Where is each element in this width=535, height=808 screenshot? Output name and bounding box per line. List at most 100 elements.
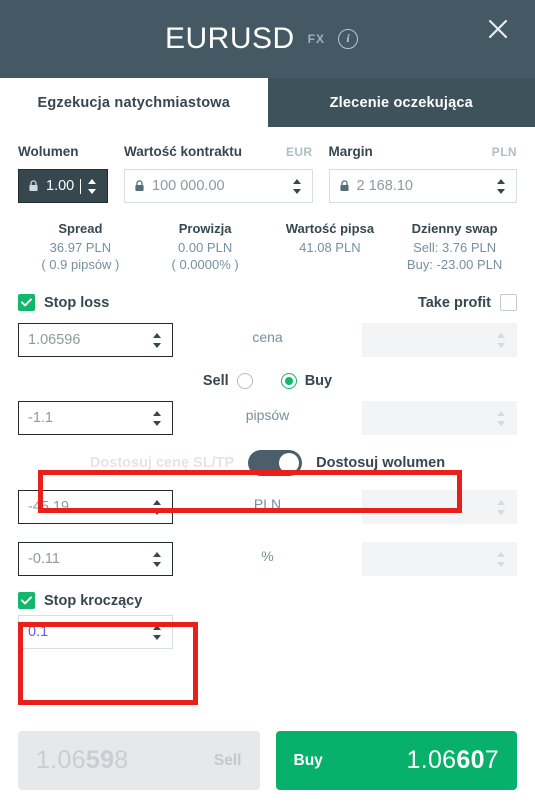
- volume-stepper[interactable]: [81, 170, 103, 202]
- take-profit-percent-input[interactable]: [362, 542, 517, 576]
- radio-unselected-icon: [236, 373, 253, 389]
- margin-stepper[interactable]: [490, 170, 512, 202]
- margin-label: Margin: [328, 144, 373, 159]
- stepper-up-icon[interactable]: [153, 624, 161, 630]
- stepper-up-icon[interactable]: [153, 499, 161, 505]
- stop-loss-pln-stepper[interactable]: [146, 491, 168, 523]
- sell-button-label: Sell: [213, 751, 242, 769]
- take-profit-checkbox[interactable]: Take profit: [418, 294, 517, 311]
- unit-label-price: cena: [252, 329, 283, 345]
- primary-fields-row: Wolumen 1.00 Wartość kontraktu EUR 100 0…: [18, 144, 517, 203]
- contract-value-label: Wartość kontraktu: [124, 144, 243, 159]
- tp-price-cell: [362, 317, 517, 357]
- close-button[interactable]: [477, 8, 519, 50]
- close-icon: [487, 18, 509, 40]
- stat-pip-value: Wartość pipsa 41.08 PLN: [268, 221, 393, 272]
- volume-input[interactable]: 1.00: [18, 169, 108, 203]
- stat-label: Spread: [58, 221, 103, 236]
- stepper-down-icon[interactable]: [153, 561, 161, 567]
- stepper-up-icon[interactable]: [153, 551, 161, 557]
- stop-loss-pips-value: -1.1: [28, 410, 53, 426]
- sl-tp-row-pips: -1.1 pipsów: [18, 395, 517, 435]
- margin-value: 2 168.10: [356, 178, 413, 194]
- stop-loss-label: Stop loss: [44, 294, 110, 311]
- stop-loss-pln-input[interactable]: -45.19: [18, 490, 173, 524]
- buy-button[interactable]: Buy 1.06607: [275, 731, 517, 790]
- sell-button[interactable]: 1.06598 Sell: [18, 731, 260, 790]
- take-profit-percent-stepper: [490, 543, 512, 575]
- dialog-body: Wolumen 1.00 Wartość kontraktu EUR 100 0…: [0, 144, 535, 649]
- tab-bar: Egzekucja natychmiastowa Zlecenie oczeku…: [0, 78, 535, 127]
- fx-badge: FX: [307, 32, 326, 46]
- instrument-stats: Spread 36.97 PLN ( 0.9 pipsów ) Prowizja…: [18, 221, 517, 272]
- radio-buy[interactable]: Buy: [280, 373, 332, 389]
- dialog-header: EURUSD FX i: [0, 0, 535, 78]
- stat-label: Prowizja: [178, 221, 232, 236]
- tp-pln-cell: [362, 484, 517, 524]
- lock-icon: [134, 180, 145, 192]
- adjust-volume-label[interactable]: Dostosuj wolumen: [316, 455, 445, 471]
- buy-price-big: 60: [456, 746, 485, 774]
- take-profit-pln-stepper: [490, 491, 512, 523]
- stepper-up-icon[interactable]: [88, 178, 96, 184]
- tab-pending-order[interactable]: Zlecenie oczekująca: [268, 78, 535, 127]
- stepper-down-icon[interactable]: [153, 509, 161, 515]
- stepper-down-icon[interactable]: [497, 188, 505, 194]
- stepper-up-icon[interactable]: [292, 178, 301, 184]
- stop-loss-percent-input[interactable]: -0.11: [18, 542, 173, 576]
- contract-value-stepper[interactable]: [286, 170, 308, 202]
- stop-loss-price-stepper[interactable]: [146, 324, 168, 356]
- margin-currency: PLN: [491, 145, 517, 159]
- buy-button-label: Buy: [293, 751, 323, 769]
- trailing-stop-value: 0.1: [28, 624, 49, 640]
- stop-loss-percent-stepper[interactable]: [146, 543, 168, 575]
- trailing-stop-input[interactable]: 0.1: [18, 615, 173, 649]
- take-profit-price-input[interactable]: [362, 323, 517, 357]
- tp-pips-cell: [362, 395, 517, 435]
- stepper-up-icon[interactable]: [153, 410, 161, 416]
- adjust-price-label[interactable]: Dostosuj cenę SL/TP: [90, 455, 234, 471]
- stepper-down-icon[interactable]: [153, 634, 161, 640]
- sell-price-big: 59: [85, 746, 115, 774]
- sl-price-cell: 1.06596: [18, 317, 173, 357]
- checkbox-unchecked-icon: [500, 294, 517, 311]
- stepper-down-icon[interactable]: [88, 188, 96, 194]
- sl-tp-header-row: Stop loss Take profit: [18, 294, 517, 311]
- info-icon[interactable]: i: [338, 29, 359, 49]
- stat-spread: Spread 36.97 PLN ( 0.9 pipsów ): [18, 221, 143, 272]
- stop-loss-checkbox[interactable]: Stop loss: [18, 294, 109, 311]
- direction-radio-group: Sell Buy: [18, 373, 517, 389]
- volume-label: Wolumen: [18, 144, 79, 159]
- adjust-mode-switch[interactable]: [248, 449, 303, 476]
- tp-percent-cell: [362, 536, 517, 576]
- margin-input[interactable]: 2 168.10: [328, 169, 517, 203]
- checkbox-checked-icon: [18, 294, 35, 311]
- stepper-down-icon[interactable]: [153, 342, 161, 348]
- sl-tp-row-percent: -0.11 %: [18, 536, 517, 576]
- stop-loss-price-input[interactable]: 1.06596: [18, 323, 173, 357]
- stepper-down-icon[interactable]: [153, 420, 161, 426]
- switch-knob: [279, 452, 300, 473]
- stop-loss-price-value: 1.06596: [28, 332, 81, 348]
- radio-selected-icon: [280, 373, 297, 389]
- stepper-up-icon[interactable]: [497, 178, 505, 184]
- stepper-up-icon: [497, 410, 505, 416]
- tab-instant-execution[interactable]: Egzekucja natychmiastowa: [0, 78, 268, 127]
- take-profit-pips-input[interactable]: [362, 401, 517, 435]
- contract-value-currency: EUR: [285, 145, 313, 159]
- radio-sell[interactable]: Sell: [203, 373, 253, 389]
- trailing-stop-stepper[interactable]: [146, 616, 168, 648]
- stepper-down-icon[interactable]: [292, 188, 301, 194]
- stat-value: 0.00 PLN: [178, 240, 233, 255]
- unit-label-pips: pipsów: [245, 407, 290, 423]
- contract-value-input[interactable]: 100 000.00: [124, 169, 313, 203]
- trailing-stop-checkbox[interactable]: Stop kroczący: [18, 592, 517, 609]
- stepper-up-icon[interactable]: [153, 332, 161, 338]
- take-profit-pln-input[interactable]: [362, 490, 517, 524]
- stat-subvalue: ( 0.0000% ): [171, 257, 239, 272]
- lock-icon: [339, 180, 350, 192]
- stop-loss-pips-stepper[interactable]: [146, 402, 168, 434]
- instrument-title: EURUSD FX i: [165, 22, 359, 56]
- stat-value: 41.08 PLN: [299, 240, 361, 255]
- stop-loss-pips-input[interactable]: -1.1: [18, 401, 173, 435]
